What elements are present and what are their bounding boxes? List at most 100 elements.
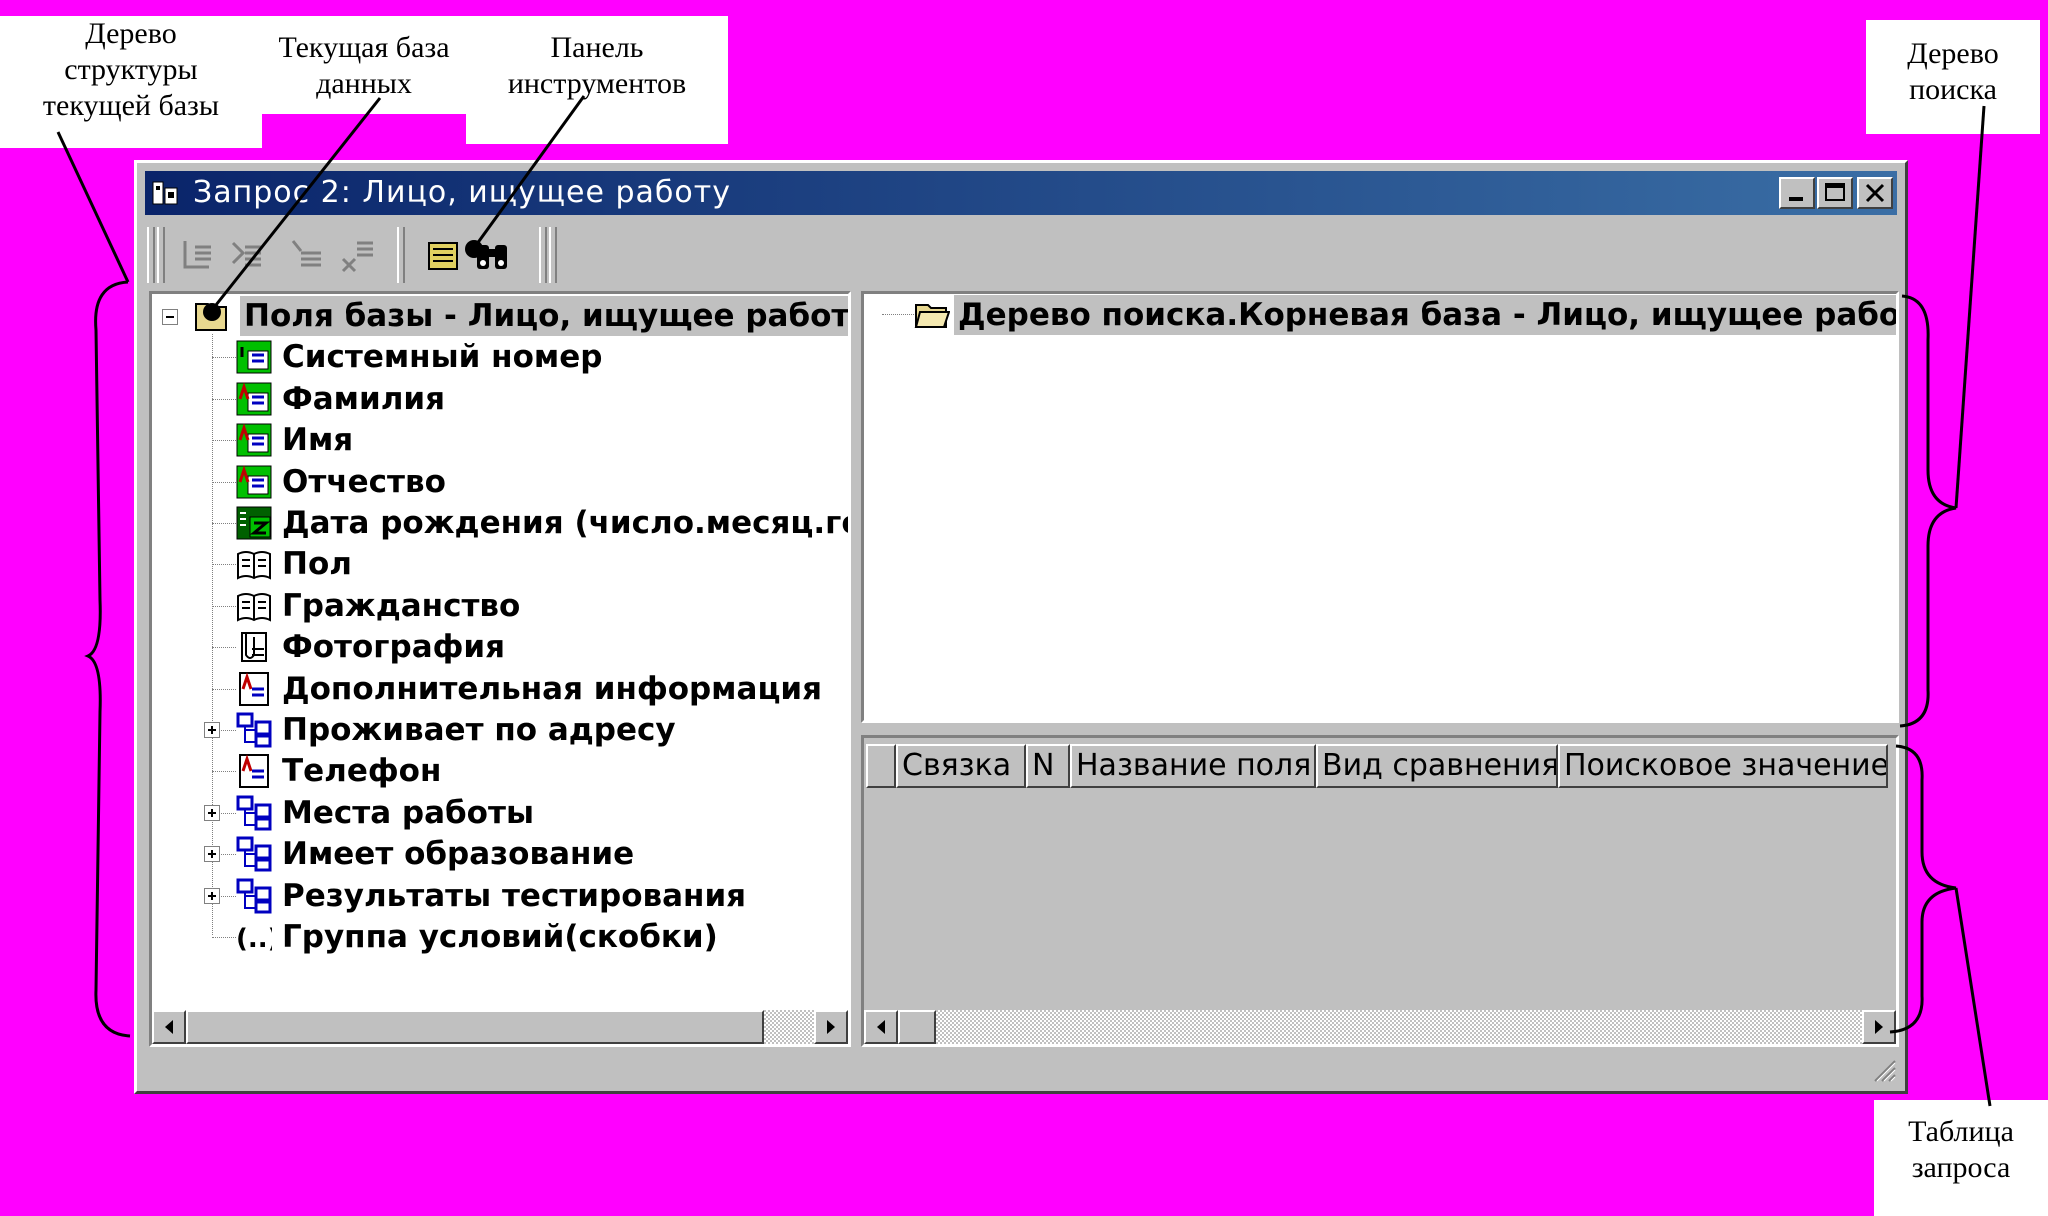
tree-line — [212, 357, 236, 359]
tree-guide-line — [212, 334, 213, 935]
tree-item[interactable]: Телефон — [282, 751, 441, 791]
toolbar-grip[interactable] — [147, 227, 155, 283]
tree-line — [882, 314, 918, 315]
tree-item[interactable]: Результаты тестирования — [282, 876, 746, 916]
tree-item[interactable]: Дата рождения (число.месяц.го — [282, 503, 848, 543]
svg-text:(..): (..) — [236, 924, 272, 954]
search-tree-root[interactable]: Дерево поиска.Корневая база - Лицо, ищущ… — [954, 295, 1896, 335]
indent-condition-icon[interactable] — [287, 233, 327, 277]
close-button[interactable] — [1857, 177, 1893, 209]
left-horizontal-scrollbar[interactable] — [152, 1010, 848, 1044]
toolbar-grip[interactable] — [157, 227, 165, 283]
left-brace — [84, 280, 131, 1038]
tree-item[interactable]: Отчество — [282, 462, 446, 502]
tree-root-label[interactable]: Поля базы - Лицо, ищущее работу — [240, 296, 848, 336]
minimize-button[interactable] — [1779, 177, 1815, 209]
column-header[interactable]: Название поля — [1070, 744, 1316, 788]
tree-item[interactable]: Имя — [282, 420, 353, 460]
text-field-icon — [236, 423, 272, 457]
tree-item[interactable]: Проживает по адресу — [282, 710, 676, 750]
tree-item[interactable]: Системный номер — [282, 337, 602, 377]
tree-line — [212, 398, 236, 400]
tree-item[interactable]: Места работы — [282, 793, 534, 833]
brackets-icon: (..) — [236, 924, 272, 954]
number-field-icon — [236, 340, 272, 374]
minimize-icon — [1789, 197, 1803, 201]
resize-grip-icon[interactable] — [1871, 1057, 1897, 1083]
toolbar — [147, 223, 1895, 287]
add-condition-icon[interactable] — [177, 233, 217, 277]
expand-toggle[interactable] — [204, 722, 220, 738]
callout-line: запроса — [1911, 1151, 2011, 1184]
callout-current-db: Текущая база данных — [262, 16, 466, 114]
app-icon — [152, 181, 178, 205]
dictionary-field-icon — [237, 551, 271, 581]
grid-horizontal-scrollbar[interactable] — [864, 1010, 1896, 1044]
pointer-query-table — [1954, 887, 1992, 1107]
toolbar-separator — [397, 227, 405, 283]
tree-item[interactable]: Гражданство — [282, 586, 520, 626]
tree-item[interactable]: Фамилия — [282, 379, 445, 419]
tree-line — [212, 605, 236, 607]
callout-line: структуры — [64, 53, 198, 86]
column-header[interactable]: Вид сравнения — [1316, 744, 1558, 788]
collapse-toggle[interactable] — [162, 309, 178, 325]
memo-field-icon — [239, 671, 269, 706]
callout-line: Панель — [550, 31, 644, 64]
tree-line — [212, 647, 236, 649]
query-table[interactable]: Связка N Название поля Вид сравнения Поисков… — [861, 735, 1899, 1047]
insert-condition-icon[interactable] — [227, 233, 267, 277]
tree-item[interactable]: Пол — [282, 544, 352, 584]
maximize-button[interactable] — [1817, 177, 1853, 209]
callout-line: текущей базы — [42, 89, 220, 122]
tree-item[interactable]: Дополнительная информация — [282, 669, 822, 709]
toolbar-separator — [549, 227, 557, 283]
link-table-icon — [236, 836, 272, 872]
callout-search-tree: Дерево поиска — [1866, 20, 2040, 134]
scroll-right-button[interactable] — [814, 1010, 848, 1044]
callout-line: Таблица — [1908, 1115, 2014, 1148]
tree-line — [212, 481, 236, 483]
date-field-icon — [236, 506, 272, 540]
arrow-right-icon — [1875, 1020, 1883, 1034]
scroll-left-button[interactable] — [864, 1010, 898, 1044]
callout-line: поиска — [1909, 73, 1997, 106]
column-header[interactable]: Поисковое значение — [1558, 744, 1888, 788]
search-tree-brace — [1899, 294, 1957, 728]
expand-toggle[interactable] — [204, 846, 220, 863]
expand-toggle[interactable] — [204, 804, 220, 821]
tree-item[interactable]: Фотография — [282, 627, 505, 667]
callout-toolbar: Панель инструментов — [466, 16, 728, 144]
close-icon — [1865, 183, 1885, 203]
tree-item[interactable]: Группа условий(скобки) — [282, 917, 718, 957]
title-bar[interactable]: Запрос 2: Лицо, ищущее работу — [145, 171, 1897, 215]
folder-icon — [914, 304, 950, 328]
query-script-icon[interactable] — [423, 233, 463, 277]
tree-item[interactable]: Имеет образование — [282, 834, 634, 874]
callout-line: Дерево — [1907, 37, 1999, 70]
column-header[interactable]: N — [1026, 744, 1070, 788]
scroll-thumb[interactable] — [186, 1010, 764, 1044]
scroll-thumb[interactable] — [898, 1010, 936, 1044]
tree-line — [212, 688, 236, 690]
current-db-structure-tree[interactable]: Поля базы - Лицо, ищущее работу Системный… — [149, 291, 851, 1047]
column-header[interactable]: Связка — [896, 744, 1026, 788]
scroll-left-button[interactable] — [152, 1010, 186, 1044]
query-window: Запрос 2: Лицо, ищущее работу Поля базы … — [134, 160, 1908, 1094]
window-title: Запрос 2: Лицо, ищущее работу — [193, 175, 732, 210]
callout-line: Текущая база — [278, 31, 450, 64]
tree-line — [212, 440, 236, 442]
link-table-icon — [236, 795, 272, 831]
expand-toggle[interactable] — [204, 887, 220, 904]
search-tree[interactable]: Дерево поиска.Корневая база - Лицо, ищущ… — [861, 291, 1899, 723]
toolbar-separator — [539, 227, 547, 283]
delete-condition-icon[interactable] — [337, 233, 377, 277]
maximize-icon — [1825, 183, 1845, 201]
database-folder-icon — [195, 303, 227, 331]
scroll-right-button[interactable] — [1862, 1010, 1896, 1044]
callout-line: Дерево — [85, 17, 177, 50]
binoculars-search-icon[interactable] — [473, 233, 513, 277]
pointer-tree — [56, 131, 130, 283]
tree-line — [212, 564, 236, 566]
text-field-icon — [236, 464, 272, 499]
